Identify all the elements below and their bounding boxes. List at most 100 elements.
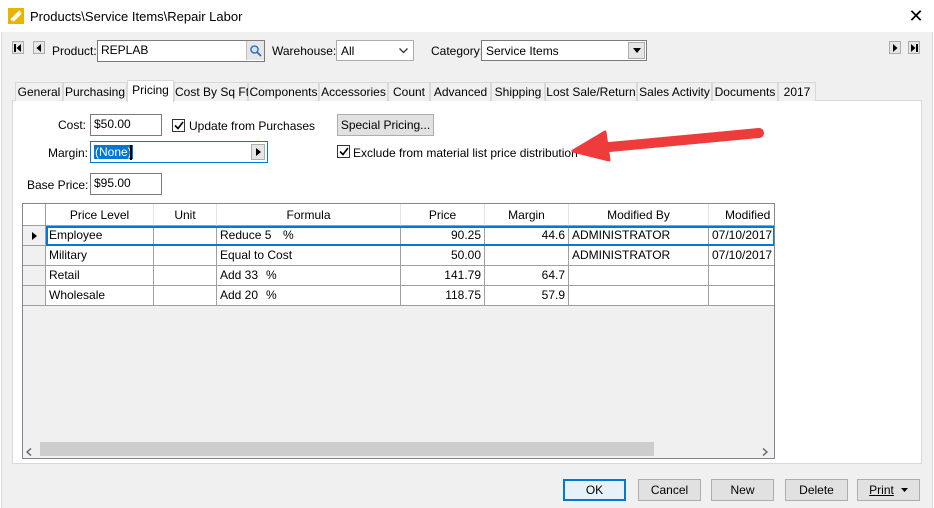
annotation-arrow-icon — [571, 128, 764, 162]
formula-unit: % — [283, 228, 294, 242]
cost-field[interactable]: $50.00 — [90, 114, 162, 136]
cell-unit[interactable] — [154, 286, 217, 306]
horizontal-scrollbar[interactable] — [23, 440, 774, 458]
tab-cost-by-sq-ft[interactable]: Cost By Sq Ft — [174, 82, 249, 101]
special-pricing-button[interactable]: Special Pricing... — [337, 114, 434, 136]
cell-unit[interactable] — [154, 246, 217, 266]
last-record-icon[interactable] — [908, 41, 920, 54]
margin-label: Margin: — [48, 146, 89, 160]
row-header-current[interactable] — [23, 226, 46, 246]
row-header[interactable] — [23, 246, 46, 266]
margin-select[interactable]: (None) — [90, 141, 268, 163]
column-header-margin[interactable]: Margin — [485, 204, 569, 226]
category-label: Category: — [431, 44, 484, 58]
cell-margin[interactable]: 57.9 — [485, 286, 569, 306]
cell-modified-date[interactable]: 07/10/2017 — [709, 226, 774, 246]
update-from-purchases-label: Update from Purchases — [189, 119, 316, 133]
price-level-grid[interactable]: Price Level Unit Formula Price Margin Mo… — [22, 203, 775, 459]
cell-modified-by[interactable]: ADMINISTRATOR — [569, 226, 709, 246]
cell-unit[interactable] — [154, 266, 217, 286]
cell-modified-by[interactable] — [569, 286, 709, 306]
close-icon[interactable]: ✕ — [898, 2, 934, 30]
category-value: Service Items — [486, 44, 559, 58]
cell-price[interactable]: 118.75 — [401, 286, 485, 306]
scroll-left-icon[interactable] — [25, 445, 32, 458]
cell-modified-by[interactable]: ADMINISTRATOR — [569, 246, 709, 266]
cost-value: $50.00 — [94, 117, 131, 131]
base-price-field[interactable]: $95.00 — [90, 173, 162, 195]
tab-sales-activity[interactable]: Sales Activity — [637, 82, 712, 101]
next-record-icon[interactable] — [889, 41, 901, 54]
formula-text: Add 20 — [220, 288, 259, 302]
product-field[interactable]: REPLAB — [97, 40, 265, 62]
search-icon[interactable] — [246, 41, 264, 60]
column-header-formula[interactable]: Formula — [217, 204, 401, 226]
tab-accessories[interactable]: Accessories — [319, 82, 388, 101]
margin-value: (None) — [94, 145, 133, 159]
print-dropdown-icon — [900, 488, 908, 492]
warehouse-select[interactable]: All — [336, 40, 414, 61]
cell-price[interactable]: 50.00 — [401, 246, 485, 266]
tab-purchasing[interactable]: Purchasing — [63, 82, 127, 101]
cell-price[interactable]: 141.79 — [401, 266, 485, 286]
cancel-button[interactable]: Cancel — [638, 479, 701, 501]
tab-components[interactable]: Components — [248, 82, 319, 101]
tab-shipping[interactable]: Shipping — [491, 82, 545, 101]
column-header-unit[interactable]: Unit — [154, 204, 217, 226]
update-from-purchases-checkbox[interactable] — [172, 119, 185, 132]
text-cursor — [130, 145, 132, 160]
tab-2017[interactable]: 2017 — [778, 82, 816, 101]
column-header-price-level[interactable]: Price Level — [46, 204, 154, 226]
cell-formula[interactable]: Reduce 5% — [217, 226, 401, 246]
new-button[interactable]: New — [711, 479, 774, 501]
ok-button[interactable]: OK — [563, 479, 626, 501]
window-title: Products\Service Items\Repair Labor — [30, 9, 243, 24]
tab-lost-sale-return[interactable]: Lost Sale/Return — [545, 82, 637, 101]
tab-documents[interactable]: Documents — [712, 82, 778, 101]
tab-general[interactable]: General — [15, 82, 63, 101]
base-price-label: Base Price: — [27, 178, 89, 192]
category-select[interactable]: Service Items — [481, 40, 647, 61]
warehouse-label: Warehouse: — [272, 44, 337, 58]
cell-margin[interactable]: 44.6 — [485, 226, 569, 246]
print-button[interactable]: Print — [857, 479, 920, 501]
cell-formula[interactable]: Equal to Cost — [217, 246, 401, 266]
cell-modified-date[interactable] — [709, 266, 774, 286]
cell-modified-date[interactable] — [709, 286, 774, 306]
cell-modified-date[interactable]: 07/10/2017 — [709, 246, 774, 266]
product-value: REPLAB — [101, 43, 149, 57]
cost-label: Cost: — [58, 118, 87, 132]
cell-modified-by[interactable] — [569, 266, 709, 286]
cell-price-level[interactable]: Employee — [46, 226, 154, 246]
product-label: Product: — [52, 44, 97, 58]
cell-formula[interactable]: Add 33% — [217, 266, 401, 286]
delete-button[interactable]: Delete — [785, 479, 848, 501]
dropdown-arrow-icon — [628, 42, 645, 59]
first-record-icon[interactable] — [12, 41, 24, 54]
scroll-right-icon[interactable] — [762, 445, 769, 458]
cell-margin[interactable] — [485, 246, 569, 266]
scrollbar-thumb[interactable] — [40, 442, 654, 456]
cell-price-level[interactable]: Military — [46, 246, 154, 266]
previous-record-icon[interactable] — [33, 41, 45, 54]
cell-formula[interactable]: Add 20% — [217, 286, 401, 306]
cell-price[interactable]: 90.25 — [401, 226, 485, 246]
tab-advanced[interactable]: Advanced — [430, 82, 491, 101]
cell-unit[interactable] — [154, 226, 217, 246]
tab-count[interactable]: Count — [388, 82, 430, 101]
cell-margin[interactable]: 64.7 — [485, 266, 569, 286]
formula-text: Reduce 5 — [220, 228, 272, 242]
column-header-modified-date[interactable]: Modified D — [709, 204, 774, 226]
column-header-modified-by[interactable]: Modified By — [569, 204, 709, 226]
row-header[interactable] — [23, 266, 46, 286]
column-header-price[interactable]: Price — [401, 204, 485, 226]
margin-arrow-icon[interactable] — [251, 144, 265, 160]
row-header[interactable] — [23, 286, 46, 306]
grid-corner — [23, 204, 46, 226]
tab-pricing[interactable]: Pricing — [127, 80, 174, 102]
exclude-price-distribution-checkbox[interactable] — [337, 145, 350, 158]
chevron-down-icon — [395, 42, 412, 59]
formula-text: Equal to Cost — [220, 248, 293, 262]
cell-price-level[interactable]: Wholesale — [46, 286, 154, 306]
cell-price-level[interactable]: Retail — [46, 266, 154, 286]
